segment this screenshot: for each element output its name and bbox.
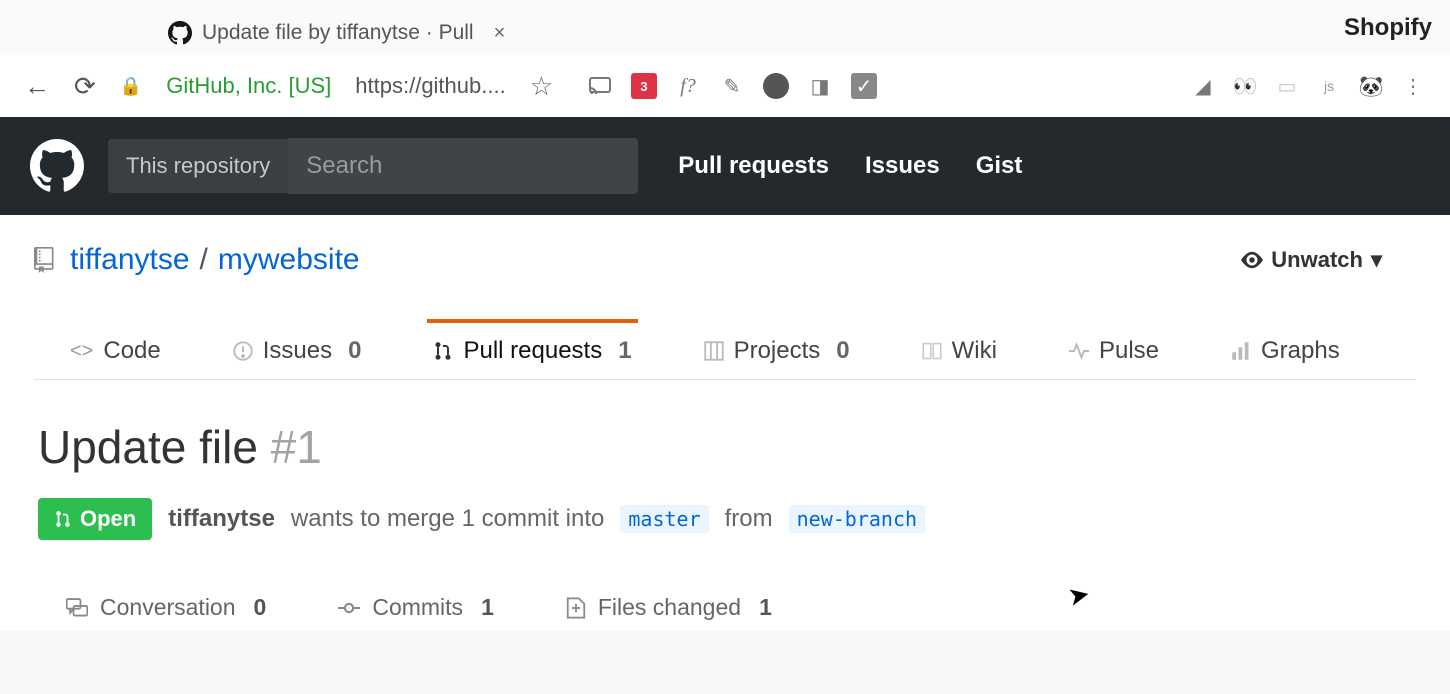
tab-label: Pulse (1099, 337, 1159, 365)
extension-icon[interactable]: 3 (631, 73, 657, 99)
git-commit-icon (338, 597, 360, 619)
base-branch[interactable]: master (620, 505, 708, 533)
search-scope-label[interactable]: This repository (108, 139, 288, 193)
tab-issues[interactable]: Issues 0 (227, 319, 368, 379)
repo-name-link[interactable]: mywebsite (218, 243, 360, 277)
reload-button-icon[interactable]: ⟳ (74, 71, 96, 102)
extension-icon[interactable]: ▭ (1274, 73, 1300, 99)
github-header: This repository Pull requests Issues Gis… (0, 117, 1450, 215)
extension-icon[interactable]: f? (675, 73, 701, 99)
search-input[interactable] (288, 138, 638, 194)
pr-merge-text: wants to merge 1 commit into (291, 505, 604, 533)
git-pull-request-icon (433, 341, 453, 361)
browser-tab-bar: Update file by tiffanytse · Pull × Shopi… (0, 0, 1450, 55)
pr-title-text: Update file (38, 421, 258, 473)
nav-issues[interactable]: Issues (865, 152, 940, 180)
pr-from-text: from (725, 505, 773, 533)
state-label: Open (80, 506, 136, 532)
tab-conversation[interactable]: Conversation 0 (62, 584, 270, 631)
extension-icon[interactable] (763, 73, 789, 99)
tab-code[interactable]: <> Code (64, 319, 167, 379)
pr-tabs: Conversation 0 Commits 1 Files changed 1 (38, 584, 1412, 631)
tab-count: 1 (481, 594, 494, 621)
comment-discussion-icon (66, 597, 88, 619)
tab-pulse[interactable]: Pulse (1063, 319, 1165, 379)
shopify-label: Shopify (1344, 14, 1432, 42)
repo-head: tiffanytse / mywebsite Unwatch ▾ <> Code… (0, 215, 1450, 380)
extension-icons-group: 3 f? ✎ ◨ ✓ (587, 73, 877, 99)
breadcrumb-separator: / (200, 243, 208, 277)
tab-label: Wiki (952, 337, 997, 365)
state-badge: Open (38, 498, 152, 540)
pull-request-header: Update file #1 Open tiffanytse wants to … (0, 380, 1450, 631)
nav-gist[interactable]: Gist (976, 152, 1023, 180)
browser-tab[interactable]: Update file by tiffanytse · Pull × (150, 11, 523, 55)
extension-icon[interactable]: 👀 (1232, 73, 1258, 99)
tab-label: Projects (734, 337, 821, 365)
search-form: This repository (108, 138, 638, 194)
tab-projects[interactable]: Projects 0 (698, 319, 856, 379)
tab-count: 0 (254, 594, 267, 621)
file-diff-icon (566, 597, 586, 619)
watch-label: Unwatch (1271, 247, 1363, 273)
extension-icons-group-2: ◢ 👀 ▭ js 🐼 ⋮ (1190, 73, 1426, 99)
tab-files-changed[interactable]: Files changed 1 (562, 584, 776, 631)
tab-count: 0 (348, 337, 361, 365)
head-branch[interactable]: new-branch (789, 505, 925, 533)
repo-tabs: <> Code Issues 0 Pull requests 1 Project… (34, 319, 1416, 380)
tab-label: Graphs (1261, 337, 1340, 365)
watch-button[interactable]: Unwatch ▾ (1241, 247, 1382, 273)
browser-toolbar: ← ⟳ 🔒 GitHub, Inc. [US] https://github..… (0, 55, 1450, 117)
github-nav: Pull requests Issues Gist (678, 152, 1022, 180)
git-pull-request-icon (54, 510, 72, 528)
pulse-icon (1069, 341, 1089, 361)
tab-count: 1 (618, 337, 631, 365)
lock-icon: 🔒 (120, 76, 142, 97)
tab-label: Issues (263, 337, 332, 365)
code-icon: <> (70, 340, 93, 363)
tab-count: 0 (836, 337, 849, 365)
extension-icon[interactable]: 🐼 (1358, 73, 1384, 99)
tab-label: Commits (372, 594, 463, 621)
nav-pull-requests[interactable]: Pull requests (678, 152, 829, 180)
caret-down-icon: ▾ (1371, 247, 1382, 273)
tab-title: Update file by tiffanytse · Pull (202, 21, 474, 45)
extension-icon[interactable]: ◢ (1190, 73, 1216, 99)
issue-icon (233, 341, 253, 361)
tab-label: Conversation (100, 594, 236, 621)
pr-author-link[interactable]: tiffanytse (168, 505, 275, 533)
pr-title: Update file #1 (38, 420, 1412, 474)
star-icon[interactable]: ☆ (530, 71, 553, 102)
cast-icon[interactable] (587, 73, 613, 99)
secure-origin-label: GitHub, Inc. [US] (166, 73, 331, 99)
back-button-icon[interactable]: ← (24, 71, 50, 102)
extension-icon[interactable]: ✓ (851, 73, 877, 99)
tab-count: 1 (759, 594, 772, 621)
tab-label: Files changed (598, 594, 741, 621)
github-logo-icon[interactable] (30, 139, 84, 193)
tab-pull-requests[interactable]: Pull requests 1 (427, 319, 637, 379)
tab-label: Code (103, 337, 160, 365)
project-icon (704, 341, 724, 361)
github-favicon-icon (168, 21, 192, 45)
breadcrumb: tiffanytse / mywebsite (34, 243, 360, 277)
repo-icon (34, 247, 60, 273)
tab-graphs[interactable]: Graphs (1225, 319, 1346, 379)
tab-commits[interactable]: Commits 1 (334, 584, 498, 631)
graph-icon (1231, 341, 1251, 361)
book-icon (922, 341, 942, 361)
close-tab-icon[interactable]: × (494, 22, 506, 45)
extension-icon[interactable]: ✎ (719, 73, 745, 99)
extension-icon[interactable]: ◨ (807, 73, 833, 99)
extension-icon[interactable]: js (1316, 73, 1342, 99)
browser-menu-icon[interactable]: ⋮ (1400, 73, 1426, 99)
tab-label: Pull requests (463, 337, 602, 365)
address-bar-url[interactable]: https://github.... (355, 73, 505, 99)
repo-owner-link[interactable]: tiffanytse (70, 243, 190, 277)
eye-icon (1241, 249, 1263, 271)
pr-number: #1 (271, 421, 322, 473)
pr-meta: Open tiffanytse wants to merge 1 commit … (38, 498, 1412, 540)
tab-wiki[interactable]: Wiki (916, 319, 1003, 379)
